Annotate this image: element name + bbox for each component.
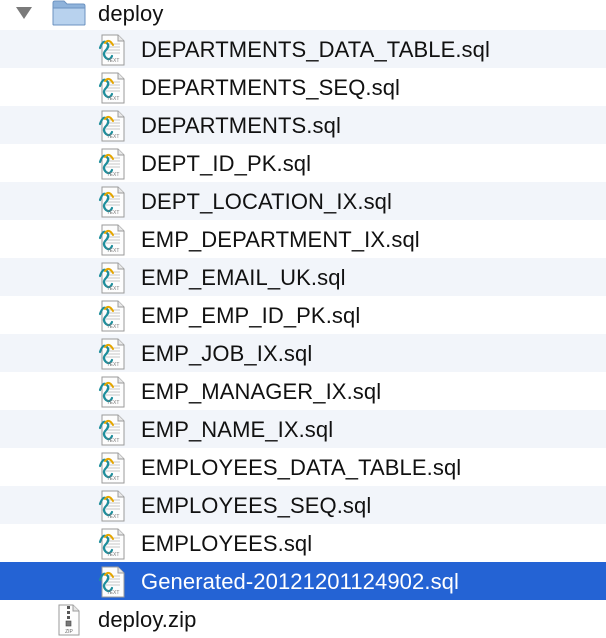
file-icon-text: TEXT — [107, 172, 120, 178]
file-icon-text: TEXT — [107, 58, 120, 64]
file-list: deploy TEXT DEPARTMENTS_DATA_TABLE.sql TEX… — [0, 0, 606, 638]
sql-text-file-icon: TEXT — [98, 566, 128, 598]
file-icon-text: TEXT — [107, 400, 120, 406]
sql-text-file-icon: TEXT — [98, 34, 128, 66]
file-icon-text: TEXT — [107, 286, 120, 292]
file-icon-text: TEXT — [107, 134, 120, 140]
file-icon-text: TEXT — [107, 476, 120, 482]
sql-text-file-icon: TEXT — [98, 186, 128, 218]
file-icon-text: TEXT — [107, 438, 120, 444]
file-name: EMPLOYEES_DATA_TABLE.sql — [141, 455, 462, 480]
file-row[interactable]: TEXT DEPARTMENTS_SEQ.sql — [0, 68, 606, 106]
sql-text-file-icon: TEXT — [98, 148, 128, 180]
file-name: DEPARTMENTS_DATA_TABLE.sql — [141, 37, 490, 62]
disclosure-triangle-icon[interactable] — [16, 7, 32, 19]
file-icon-text: TEXT — [107, 362, 120, 368]
file-name: EMPLOYEES.sql — [141, 531, 313, 556]
file-icon-text: TEXT — [107, 514, 120, 520]
file-row[interactable]: TEXT Generated-20121201124902.sql — [0, 562, 606, 600]
sql-text-file-icon: TEXT — [98, 262, 128, 294]
sql-text-file-icon: TEXT — [98, 528, 128, 560]
sql-text-file-icon: TEXT — [98, 376, 128, 408]
file-icon-text: TEXT — [107, 324, 120, 330]
file-name: Generated-20121201124902.sql — [141, 569, 459, 594]
file-name: DEPARTMENTS.sql — [141, 113, 341, 138]
file-name: EMP_MANAGER_IX.sql — [141, 379, 382, 404]
file-row[interactable]: TEXT DEPT_ID_PK.sql — [0, 144, 606, 182]
file-row[interactable]: TEXT DEPARTMENTS.sql — [0, 106, 606, 144]
file-icon-text: TEXT — [107, 590, 120, 596]
file-name: EMP_EMAIL_UK.sql — [141, 265, 346, 290]
file-name: DEPARTMENTS_SEQ.sql — [141, 75, 401, 100]
file-row[interactable]: TEXT EMPLOYEES_DATA_TABLE.sql — [0, 448, 606, 486]
sql-text-file-icon: TEXT — [98, 414, 128, 446]
file-icon-text: TEXT — [107, 210, 120, 216]
file-name: EMP_DEPARTMENT_IX.sql — [141, 227, 420, 252]
sql-text-file-icon: TEXT — [98, 300, 128, 332]
zip-icon-text: ZIP — [65, 629, 73, 635]
file-row[interactable]: TEXT EMP_NAME_IX.sql — [0, 410, 606, 448]
sql-text-file-icon: TEXT — [98, 110, 128, 142]
file-row[interactable]: TEXT EMP_MANAGER_IX.sql — [0, 372, 606, 410]
file-row[interactable]: TEXT DEPT_LOCATION_IX.sql — [0, 182, 606, 220]
sql-text-file-icon: TEXT — [98, 72, 128, 104]
file-icon-text: TEXT — [107, 248, 120, 254]
file-name: DEPT_ID_PK.sql — [141, 151, 312, 176]
zip-file-row[interactable]: ZIP deploy.zip — [0, 600, 606, 638]
file-name: EMP_EMP_ID_PK.sql — [141, 303, 361, 328]
zip-archive-icon: ZIP — [58, 604, 80, 636]
sql-text-file-icon: TEXT — [98, 338, 128, 370]
file-name: EMPLOYEES_SEQ.sql — [141, 493, 372, 518]
folder-row-deploy[interactable]: deploy — [0, 0, 606, 32]
zip-file-name: deploy.zip — [98, 607, 197, 632]
file-row[interactable]: TEXT EMPLOYEES.sql — [0, 524, 606, 562]
sql-text-file-icon: TEXT — [98, 452, 128, 484]
folder-name: deploy — [98, 1, 164, 26]
file-row[interactable]: TEXT EMP_EMAIL_UK.sql — [0, 258, 606, 296]
sql-text-file-icon: TEXT — [98, 224, 128, 256]
file-row[interactable]: TEXT EMPLOYEES_SEQ.sql — [0, 486, 606, 524]
file-name: DEPT_LOCATION_IX.sql — [141, 189, 392, 214]
file-name: EMP_NAME_IX.sql — [141, 417, 334, 442]
file-row[interactable]: TEXT DEPARTMENTS_DATA_TABLE.sql — [0, 30, 606, 68]
file-name: EMP_JOB_IX.sql — [141, 341, 313, 366]
sql-text-file-icon: TEXT — [98, 490, 128, 522]
file-icon-text: TEXT — [107, 552, 120, 558]
file-row[interactable]: TEXT EMP_JOB_IX.sql — [0, 334, 606, 372]
file-row[interactable]: TEXT EMP_EMP_ID_PK.sql — [0, 296, 606, 334]
file-row[interactable]: TEXT EMP_DEPARTMENT_IX.sql — [0, 220, 606, 258]
folder-icon — [52, 0, 86, 26]
file-icon-text: TEXT — [107, 96, 120, 102]
